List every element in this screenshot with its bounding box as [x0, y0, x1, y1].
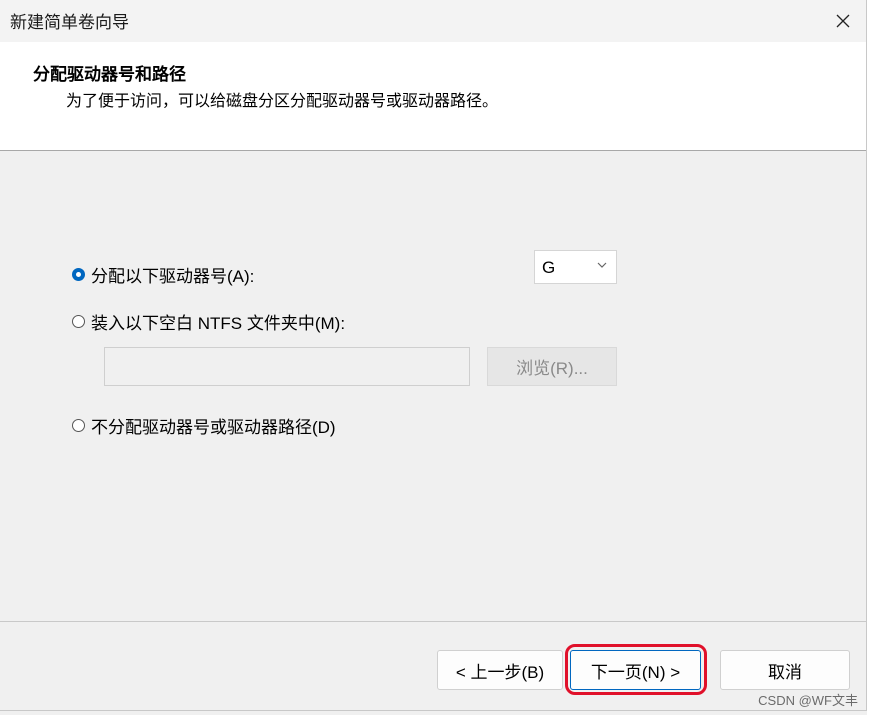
page-subtitle: 为了便于访问，可以给磁盘分区分配驱动器号或驱动器路径。: [66, 93, 499, 110]
close-button[interactable]: [820, 0, 866, 42]
chevron-down-icon: [597, 262, 607, 268]
radio-assign-letter[interactable]: [72, 268, 85, 281]
cancel-button[interactable]: 取消: [720, 650, 850, 690]
folder-path-input[interactable]: [104, 347, 470, 386]
wizard-content: 分配以下驱动器号(A): G 装入以下空白 NTFS 文件夹中(M): 浏览(R…: [0, 151, 866, 621]
wizard-header: 分配驱动器号和路径 为了便于访问，可以给磁盘分区分配驱动器号或驱动器路径。: [0, 42, 866, 151]
background-window-edge: [867, 0, 874, 715]
radio-mount-folder[interactable]: [72, 315, 85, 328]
close-icon: [836, 14, 850, 28]
next-button[interactable]: 下一页(N) >: [570, 650, 701, 690]
footer-divider: [0, 621, 866, 622]
drive-letter-value: G: [542, 258, 556, 277]
mount-folder-option[interactable]: 装入以下空白 NTFS 文件夹中(M):: [72, 309, 345, 334]
watermark: CSDN @WF文丰: [758, 693, 858, 708]
no-assign-label: 不分配驱动器号或驱动器路径(D): [91, 418, 336, 437]
browse-button[interactable]: 浏览(R)...: [487, 347, 617, 386]
title-bar: 新建简单卷向导: [0, 0, 866, 42]
window-title: 新建简单卷向导: [10, 13, 129, 32]
radio-no-assign[interactable]: [72, 419, 85, 432]
page-title: 分配驱动器号和路径: [33, 65, 186, 84]
wizard-dialog: 新建简单卷向导 分配驱动器号和路径 为了便于访问，可以给磁盘分区分配驱动器号或驱…: [0, 0, 867, 711]
mount-folder-label: 装入以下空白 NTFS 文件夹中(M):: [91, 314, 346, 333]
assign-letter-option[interactable]: 分配以下驱动器号(A):: [72, 262, 254, 287]
no-assign-option[interactable]: 不分配驱动器号或驱动器路径(D): [72, 413, 336, 438]
assign-letter-label: 分配以下驱动器号(A):: [91, 267, 255, 286]
back-button[interactable]: < 上一步(B): [437, 650, 563, 690]
drive-letter-select[interactable]: G: [534, 250, 617, 284]
